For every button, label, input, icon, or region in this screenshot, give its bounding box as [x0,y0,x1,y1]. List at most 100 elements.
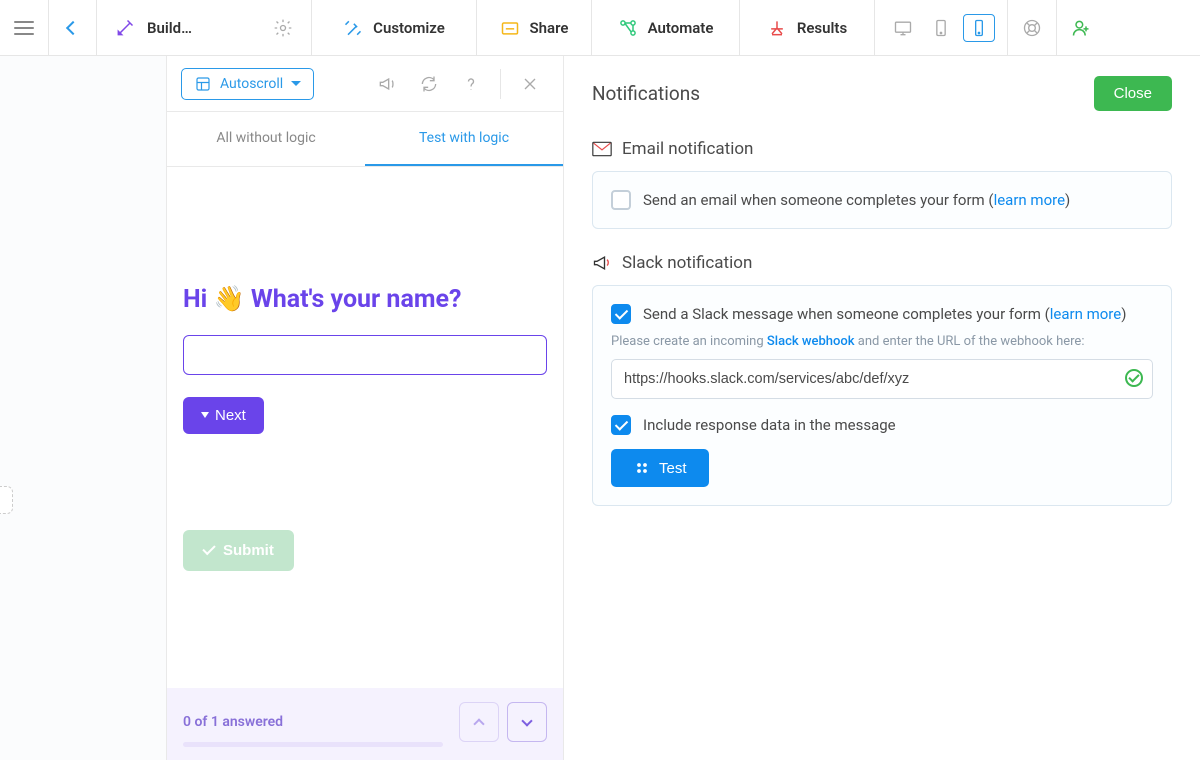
back-button[interactable] [49,0,97,55]
question-button[interactable] [452,68,490,100]
preview-footer: 0 of 1 answered [167,688,563,760]
test-label: Test [659,460,687,477]
account-button[interactable] [1057,0,1105,55]
tab-customize-label: Customize [373,19,445,37]
menu-button[interactable] [0,0,49,55]
prev-question-button[interactable] [459,702,499,742]
submit-button[interactable]: Submit [183,530,294,571]
next-label: Next [215,407,246,424]
tablet-icon [931,18,951,38]
build-icon [115,18,135,38]
slack-learn-more-link[interactable]: learn more [1050,305,1121,323]
check-icon [202,542,215,555]
email-section-title: Email notification [592,139,1172,159]
megaphone-icon [592,254,612,272]
device-tablet[interactable] [925,14,957,42]
close-preview-button[interactable] [511,68,549,100]
autoscroll-label: Autoscroll [220,76,283,92]
panel-header: Notifications Close [564,56,1200,123]
chevron-down-icon [521,715,532,726]
slack-section: Slack notification Send a Slack message … [564,237,1200,514]
slack-test-button[interactable]: Test [611,449,709,487]
email-enable-label: Send an email when someone completes you… [643,191,1070,209]
valid-icon [1125,369,1143,387]
form-area: Hi 👋 What's your name? Next Submit [167,167,563,688]
email-title-text: Email notification [622,139,753,159]
tab-share-label: Share [530,19,569,37]
panel-title: Notifications [592,82,700,105]
slack-enable-label: Send a Slack message when someone comple… [643,305,1126,323]
slack-icon [633,459,651,477]
tab-automate-label: Automate [648,19,714,37]
slack-section-title: Slack notification [592,253,1172,273]
megaphone-button[interactable] [368,68,406,100]
slack-webhook-input[interactable] [611,359,1153,399]
mobile-icon [969,18,989,38]
chevron-down-icon [291,81,301,86]
expand-sidebar-handle[interactable] [0,486,13,514]
question-icon [461,74,481,94]
preview-panel: Autoscroll All without logic Test with l… [167,56,564,760]
email-enable-checkbox[interactable] [611,190,631,210]
answer-input[interactable] [183,335,547,375]
automate-icon [618,18,638,38]
slack-include-label: Include response data in the message [643,416,896,434]
preview-toolbar: Autoscroll [167,56,563,112]
arrow-down-icon [201,412,209,418]
megaphone-icon [377,74,397,94]
tab-test-label: Test with logic [419,130,509,146]
refresh-button[interactable] [410,68,448,100]
hamburger-icon [14,21,34,35]
slack-card: Send a Slack message when someone comple… [592,285,1172,506]
refresh-icon [419,74,439,94]
settings-panel: Notifications Close Email notification S… [564,56,1200,760]
divider [500,69,501,99]
tab-all-without-logic[interactable]: All without logic [167,112,365,166]
submit-label: Submit [223,542,274,559]
help-button[interactable] [1008,0,1057,55]
layout-icon [194,75,212,93]
close-button[interactable]: Close [1094,76,1172,111]
progress-bar [183,742,443,747]
slack-help-text: Please create an incoming Slack webhook … [611,334,1153,349]
main-area: Autoscroll All without logic Test with l… [0,56,1200,760]
tab-test-with-logic[interactable]: Test with logic [365,112,563,166]
help-icon [1022,18,1042,38]
device-mobile[interactable] [963,14,995,42]
chevron-left-icon [65,20,79,34]
tab-all-label: All without logic [216,130,315,146]
tab-automate[interactable]: Automate [592,0,740,55]
question-text: Hi 👋 What's your name? [183,284,547,317]
slack-enable-checkbox[interactable] [611,304,631,324]
email-section: Email notification Send an email when so… [564,123,1200,237]
left-sidebar [0,56,167,760]
tab-build[interactable]: Build… [97,0,312,55]
desktop-icon [893,18,913,38]
next-question-button[interactable] [507,702,547,742]
email-learn-more-link[interactable]: learn more [994,191,1065,209]
tab-results-label: Results [797,19,847,37]
device-desktop[interactable] [887,14,919,42]
customize-icon [343,18,363,38]
tab-results[interactable]: Results [740,0,875,55]
email-icon [592,141,612,157]
gear-icon[interactable] [273,18,293,38]
device-preview-group [875,0,1008,55]
results-icon [767,18,787,38]
slack-include-checkbox[interactable] [611,415,631,435]
preview-tabs: All without logic Test with logic [167,112,563,167]
slack-webhook-link[interactable]: Slack webhook [767,334,855,349]
chevron-up-icon [473,718,484,729]
slack-title-text: Slack notification [622,253,752,273]
autoscroll-dropdown[interactable]: Autoscroll [181,68,314,100]
user-icon [1071,18,1091,38]
progress-text: 0 of 1 answered [183,714,283,730]
tab-customize[interactable]: Customize [312,0,477,55]
top-nav: Build… Customize Share Automate Results [0,0,1200,56]
close-label: Close [1114,85,1152,102]
tab-share[interactable]: Share [477,0,592,55]
share-icon [500,18,520,38]
close-icon [520,74,540,94]
tab-build-label: Build… [147,19,192,37]
next-button[interactable]: Next [183,397,264,434]
